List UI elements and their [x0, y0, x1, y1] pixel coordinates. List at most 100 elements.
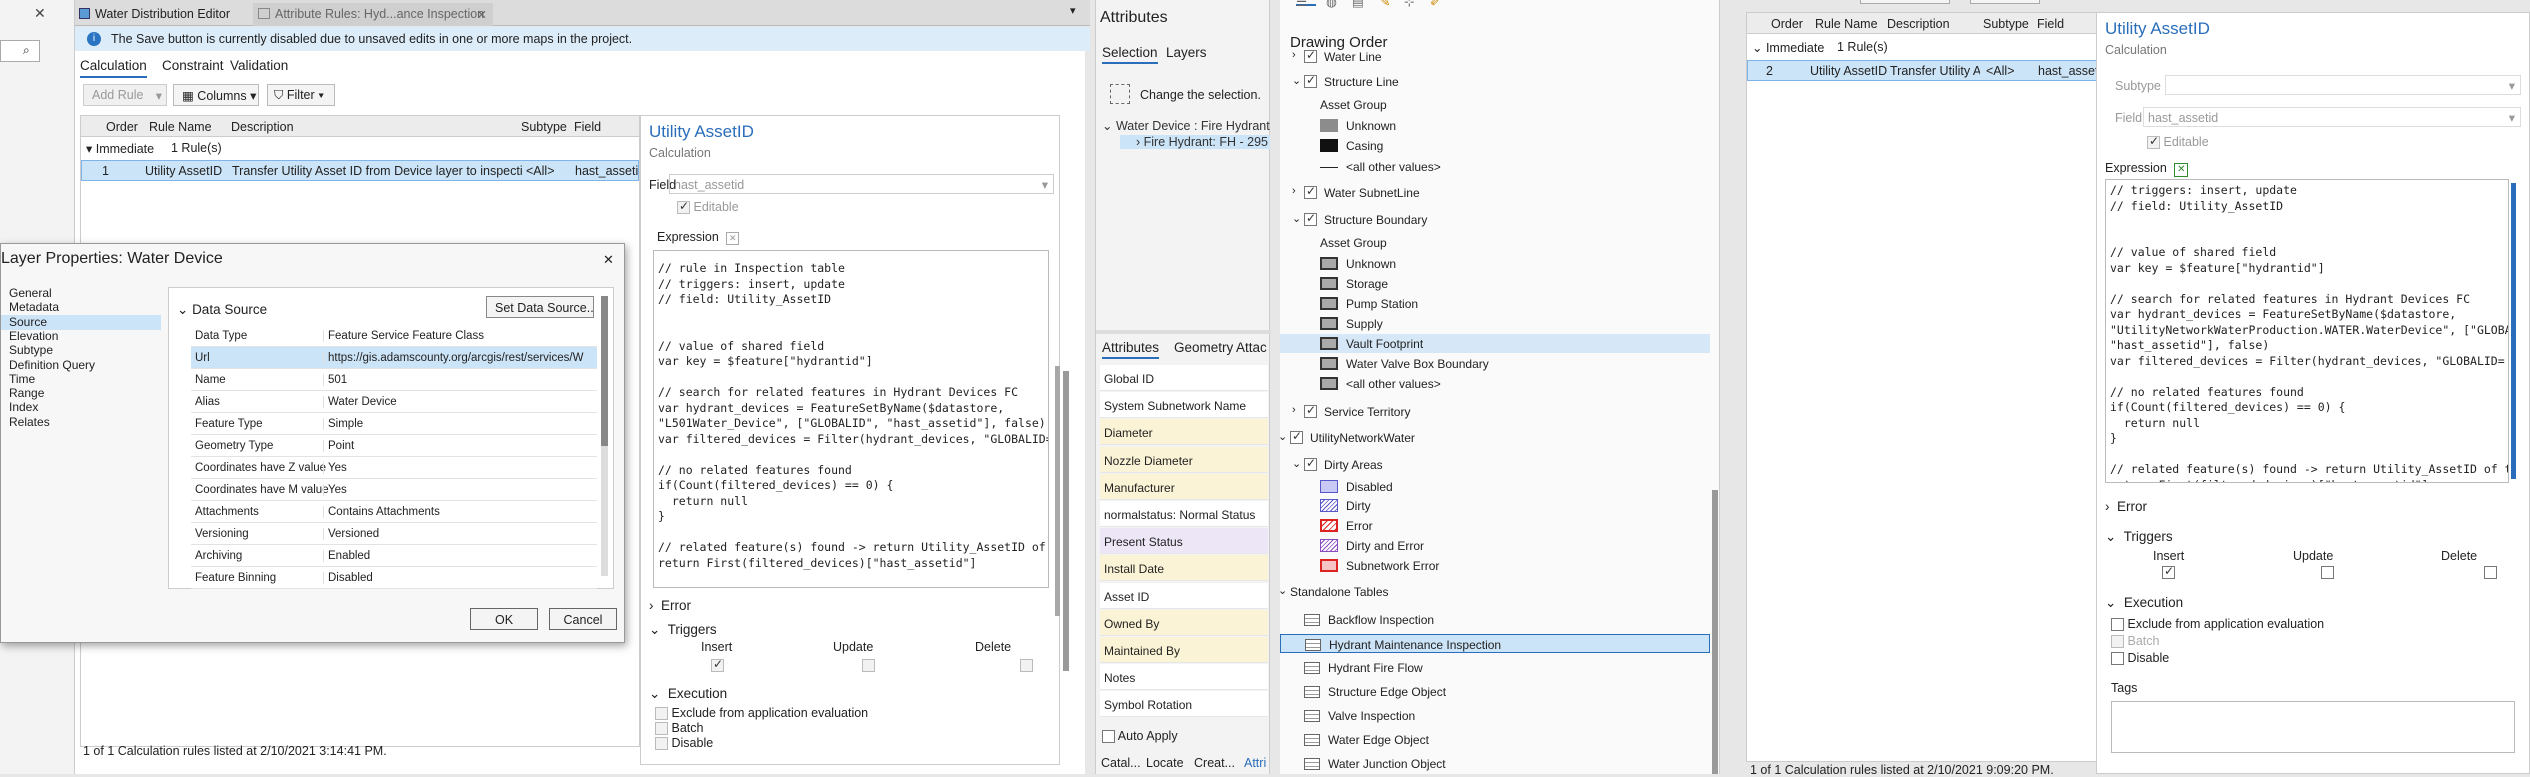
nav-item-source[interactable]: Source [1, 314, 161, 330]
nav-item-definition-query[interactable]: Definition Query [1, 358, 161, 373]
filter-button[interactable]: ⛉ Filter ▾ [267, 84, 335, 106]
nav-item-range[interactable]: Range [1, 386, 161, 401]
table-row[interactable]: Coordinates have Z value Yes [191, 457, 597, 479]
col-order[interactable]: Order [1771, 17, 1803, 31]
close-icon[interactable]: ✕ [603, 252, 614, 268]
attribute-field[interactable]: Owned By [1100, 609, 1268, 636]
tab-create[interactable]: Creat... [1194, 756, 1235, 770]
section-execution[interactable]: ⌄ Execution [649, 686, 727, 702]
table-row[interactable]: Attachments Contains Attachments [191, 501, 597, 523]
edit-icon[interactable]: ✎ [1380, 0, 1390, 9]
insert-checkbox[interactable] [2162, 564, 2175, 580]
batch-checkbox[interactable]: Batch [2111, 634, 2159, 649]
toc-table[interactable]: Hydrant Fire Flow [1280, 658, 1710, 677]
auto-apply-checkbox[interactable]: Auto Apply [1102, 729, 1178, 744]
tab-water-distribution-editor[interactable]: Water Distribution Editor [75, 3, 245, 26]
table-row[interactable]: Versioning Versioned [191, 523, 597, 545]
subtype-select[interactable]: ▾ [2165, 75, 2521, 95]
field-select[interactable]: hast_assetid ▾ [2143, 107, 2521, 127]
col-description[interactable]: Description [1887, 17, 1950, 31]
toc-symbol-class[interactable]: Error [1280, 516, 1710, 535]
list-icon[interactable]: ☰ [1296, 0, 1316, 9]
close-icon[interactable]: ✕ [34, 5, 46, 22]
tab-attribute-rules[interactable]: Attribute Rules: Hyd...ance Inspection ✕ [253, 3, 493, 26]
toc-symbol-class[interactable]: <all other values> [1280, 374, 1710, 393]
nav-item-time[interactable]: Time [1, 372, 161, 387]
col-rule-name[interactable]: Rule Name [1815, 17, 1878, 31]
delete-checkbox[interactable] [1019, 659, 1033, 673]
tab-locate[interactable]: Locate [1146, 756, 1184, 770]
tab-calculation[interactable]: Calculation [80, 58, 147, 78]
table-row[interactable]: Geometry Type Point [191, 435, 597, 457]
toc-item[interactable]: › Service Territory [1280, 402, 1710, 421]
scrollbar[interactable] [1712, 490, 1718, 774]
expression-code[interactable]: // triggers: insert, update// field: Uti… [2105, 179, 2509, 483]
columns-button[interactable]: ▦ Columns ▾ [173, 84, 259, 106]
table-row[interactable]: Data Type Feature Service Feature Class [191, 325, 597, 347]
table-row[interactable]: Name 501 [191, 369, 597, 391]
expression-code[interactable]: // rule in Inspection table// triggers: … [653, 250, 1049, 588]
scrollbar[interactable] [1055, 366, 1060, 616]
search-box[interactable]: ⌕ [0, 40, 40, 62]
toc-table[interactable]: Hydrant Maintenance Inspection [1280, 634, 1710, 653]
col-description[interactable]: Description [231, 120, 294, 134]
select-icon[interactable] [1110, 84, 1130, 104]
ok-button[interactable]: OK [470, 608, 538, 630]
tab-close-icon[interactable]: ✕ [477, 7, 487, 22]
toc-symbol-class[interactable]: Disabled [1280, 477, 1710, 496]
attribute-field[interactable]: Manufacturer [1100, 473, 1268, 500]
toc-item[interactable]: ⌄ Dirty Areas [1280, 455, 1710, 474]
col-subtype[interactable]: Subtype [521, 120, 567, 134]
update-checkbox[interactable] [862, 659, 876, 673]
section-data-source[interactable]: ⌄ Data Source [177, 302, 267, 318]
visibility-checkbox[interactable] [1304, 73, 1317, 88]
section-error[interactable]: › Error [649, 598, 691, 613]
toc-item[interactable]: ⌄ Structure Line [1280, 72, 1710, 91]
expression-editor-icon[interactable]: ✕ [2174, 163, 2189, 177]
update-checkbox[interactable] [2321, 566, 2335, 580]
toc-symbol-class[interactable]: Unknown [1280, 254, 1710, 273]
nav-item-general[interactable]: General [1, 286, 161, 301]
add-rule-button[interactable]: Add Rule ▾ [83, 84, 167, 106]
tab-layers[interactable]: Layers [1166, 45, 1207, 60]
visibility-checkbox[interactable] [1304, 403, 1317, 418]
attribute-field[interactable]: Maintained By [1100, 637, 1268, 663]
table-row[interactable]: Archiving Enabled [191, 545, 597, 567]
delete-checkbox[interactable] [2483, 566, 2497, 580]
visibility-checkbox[interactable] [1304, 184, 1317, 199]
toc-table[interactable]: Water Junction Object [1280, 754, 1710, 773]
toc-symbol-class[interactable]: Casing [1280, 136, 1710, 155]
toc-symbol-class[interactable]: Dirty [1280, 496, 1710, 515]
toc-symbol-class[interactable]: Subnetwork Error [1280, 556, 1710, 575]
col-field[interactable]: Field [2037, 17, 2064, 31]
tags-input[interactable] [2111, 701, 2515, 753]
chevron-down-icon[interactable]: ▾ [1070, 4, 1076, 17]
toc-item[interactable]: ⌄ Structure Boundary [1280, 210, 1710, 229]
expand-icon[interactable]: › [1292, 404, 1296, 416]
toc-symbol-class[interactable]: Water Valve Box Boundary [1280, 354, 1710, 373]
scrollbar[interactable] [601, 296, 608, 576]
nav-item-metadata[interactable]: Metadata [1, 300, 161, 315]
attribute-field[interactable]: Install Date [1100, 555, 1268, 582]
toc-item[interactable]: › Water Line [1280, 47, 1710, 66]
attribute-field[interactable]: normalstatus: Normal Status [1100, 501, 1268, 527]
toc-item[interactable]: Asset Group [1280, 95, 1710, 114]
toc-symbol-class[interactable]: Supply [1280, 314, 1710, 333]
toc-symbol-class[interactable]: Storage [1280, 274, 1710, 293]
attribute-field[interactable]: Nozzle Diameter [1100, 446, 1268, 473]
toc-item[interactable]: Asset Group [1280, 233, 1710, 252]
snap-icon[interactable]: ⊹ [1404, 0, 1414, 9]
toc-item[interactable]: ⌄ Standalone Tables [1280, 582, 1710, 601]
tab-selection[interactable]: Selection [1102, 45, 1158, 64]
visibility-checkbox[interactable] [1304, 211, 1317, 226]
attri-link[interactable]: Attri [1244, 756, 1266, 770]
attribute-field[interactable]: Symbol Rotation [1100, 691, 1268, 718]
expand-icon[interactable]: › [1292, 185, 1296, 197]
tree-fire-hydrant[interactable]: › Fire Hydrant: FH - 295 [1120, 135, 1270, 149]
toc-table[interactable]: Backflow Inspection [1280, 610, 1710, 629]
insert-checkbox[interactable] [711, 657, 724, 673]
expand-icon[interactable]: › [1292, 49, 1296, 61]
database-icon[interactable]: ◍ [1326, 0, 1337, 9]
col-subtype[interactable]: Subtype [1983, 17, 2029, 31]
nav-item-relates[interactable]: Relates [1, 415, 161, 430]
